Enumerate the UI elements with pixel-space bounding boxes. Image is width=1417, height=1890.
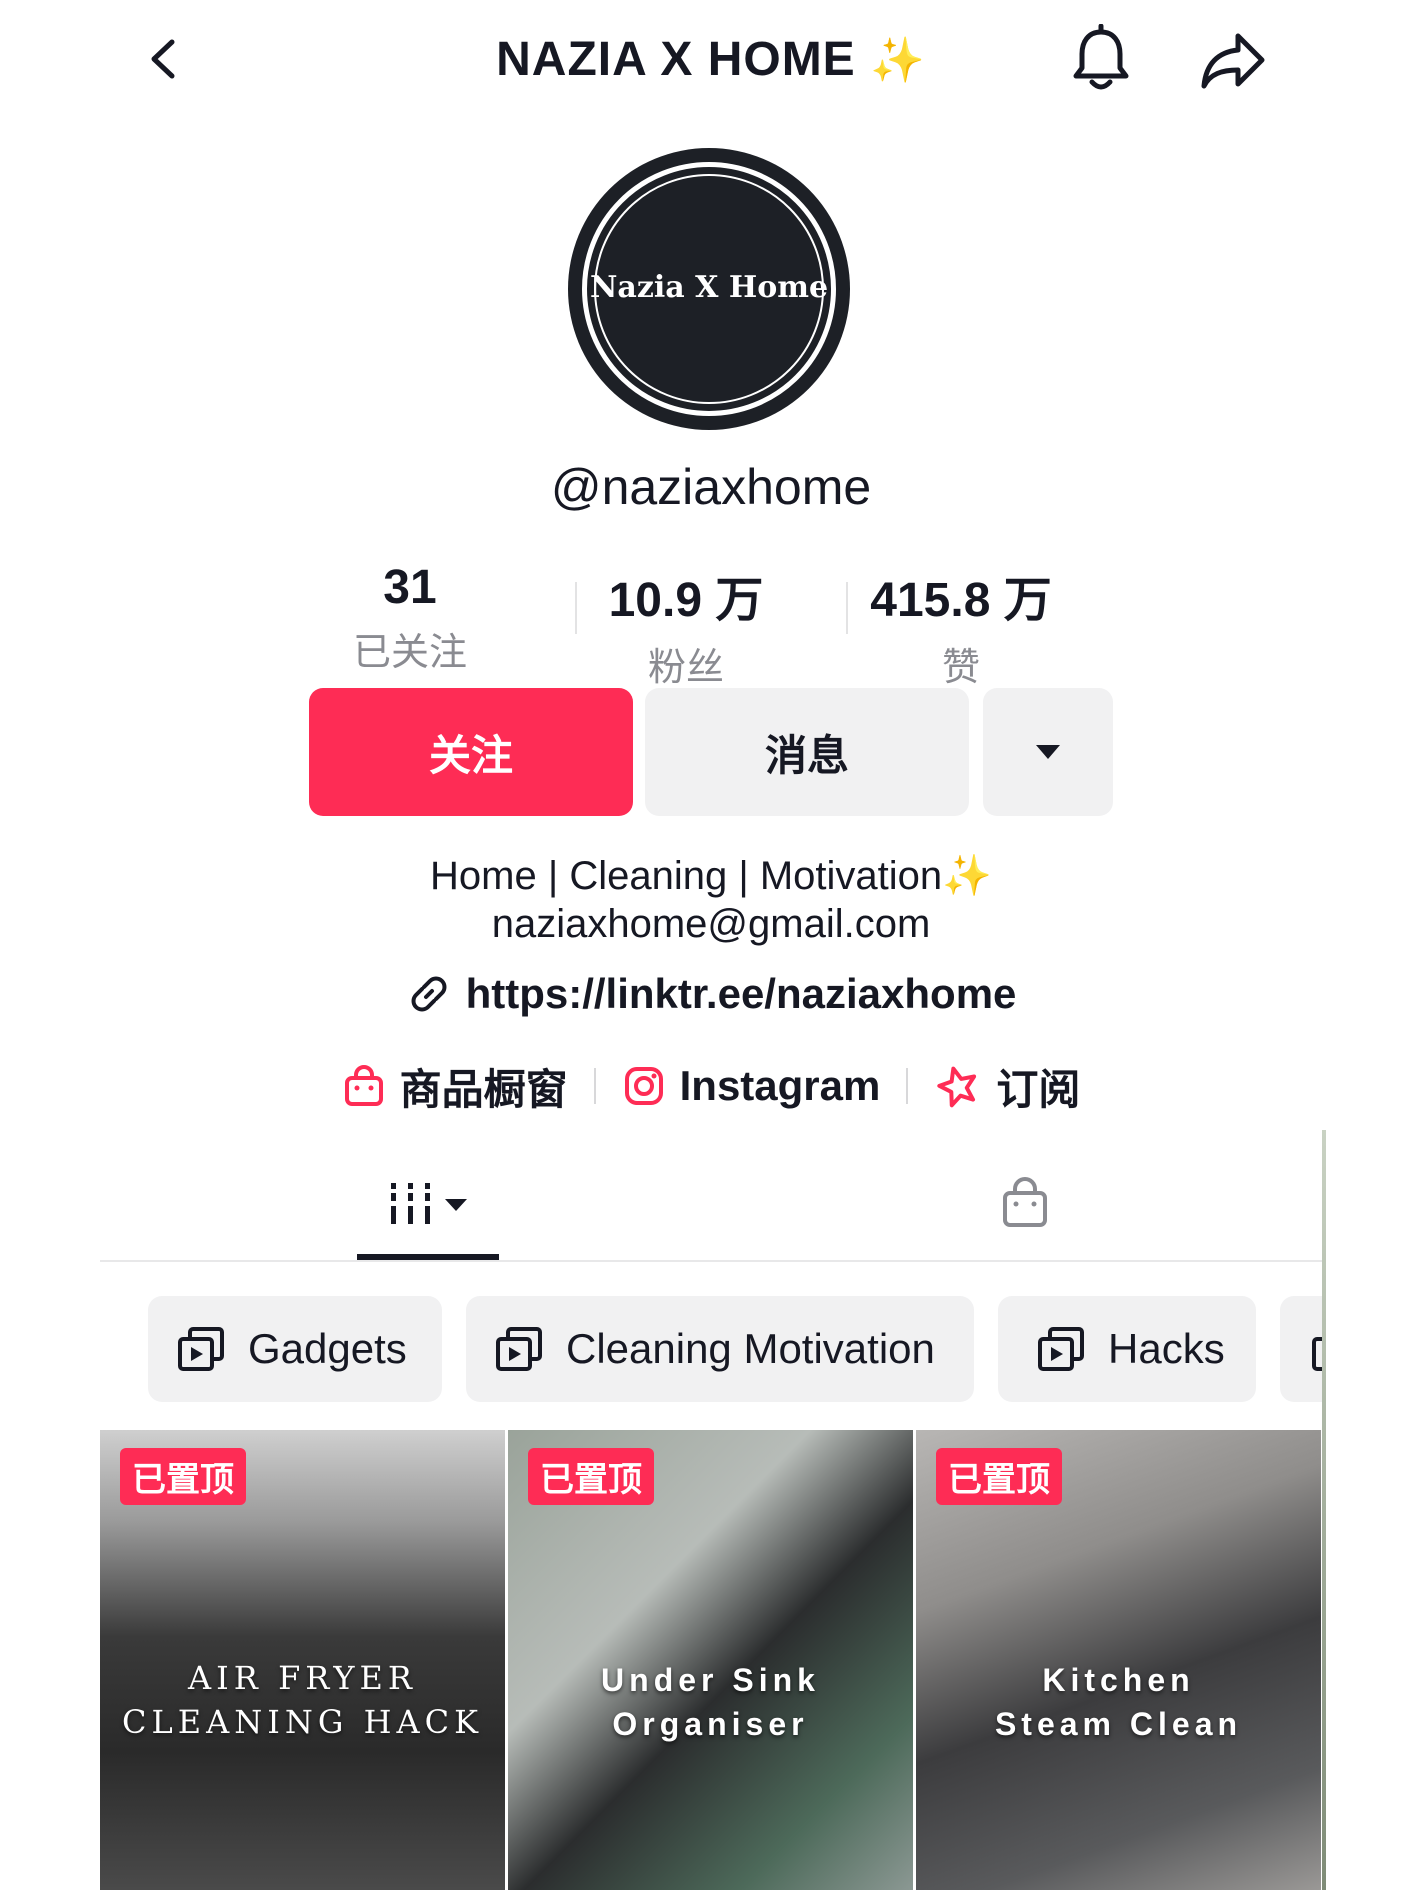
adjacent-panel-edge (1322, 1130, 1326, 1890)
video-caption: AIR FRYER CLEANING HACK (122, 1659, 483, 1741)
shortcut-label: Instagram (679, 1062, 881, 1109)
pinned-badge: 已置顶 (528, 1448, 654, 1505)
video-grid: 已置顶 AIR FRYER CLEANING HACK 已置顶 Under Si… (100, 1430, 1322, 1890)
chip-label: Cleaning Motivation (566, 1325, 935, 1372)
chip-label: Gadgets (248, 1325, 407, 1372)
top-bar: NAZIA X HOME ✨ (100, 20, 1322, 100)
stat-label: 已关注 (352, 632, 467, 674)
shortcut-divider (593, 1068, 596, 1104)
stat-label: 赞 (941, 647, 980, 689)
stat-value: 31 (383, 561, 437, 614)
suggested-accounts-button[interactable] (983, 688, 1113, 816)
subscribe-shortcut[interactable]: 订阅 (934, 1056, 1080, 1117)
follow-button[interactable]: 关注 (309, 688, 633, 816)
message-button[interactable]: 消息 (645, 688, 969, 816)
stat-likes[interactable]: 415.8 万 赞 (831, 560, 1091, 691)
video-caption: Kitchen Steam Clean (994, 1662, 1243, 1742)
shortcut-label: 订阅 (996, 1065, 1081, 1113)
subscribe-star-icon (937, 1066, 977, 1108)
page-title: NAZIA X HOME ✨ (496, 33, 926, 86)
bio-link[interactable]: https://linktr.ee/naziaxhome (100, 970, 1322, 1018)
instagram-icon (624, 1067, 663, 1105)
video-thumbnail[interactable]: 已置顶 Kitchen Steam Clean (916, 1430, 1321, 1890)
playlist-icon (178, 1327, 224, 1371)
share-icon[interactable] (1198, 30, 1268, 92)
bio-email: naziaxhome@gmail.com (491, 902, 931, 946)
bio-link-text: https://linktr.ee/naziaxhome (465, 970, 1017, 1017)
playlist-chip-gadgets[interactable]: Gadgets (148, 1296, 442, 1402)
profile-page: NAZIA X HOME ✨ Nazia X Home @naziaxhome … (100, 0, 1326, 1890)
playlist-icon (496, 1327, 542, 1371)
link-icon (411, 976, 447, 1012)
bio-line-1: Home | Cleaning | Motivation✨ (430, 854, 992, 898)
tab-shop[interactable] (960, 1148, 1090, 1260)
pinned-badge: 已置顶 (120, 1448, 246, 1505)
playlist-chip-hacks[interactable]: Hacks (998, 1296, 1256, 1402)
stat-followers[interactable]: 10.9 万 粉丝 (556, 560, 816, 691)
playlist-icon (1038, 1327, 1084, 1371)
instagram-shortcut[interactable]: Instagram (622, 1062, 881, 1110)
chip-label: Hacks (1108, 1325, 1225, 1372)
video-thumbnail[interactable]: 已置顶 AIR FRYER CLEANING HACK (100, 1430, 505, 1890)
avatar-logo-text: Nazia X Home (589, 270, 829, 305)
playlist-chip-overflow[interactable] (1280, 1296, 1322, 1402)
sparkles-emoji: ✨ (870, 36, 926, 85)
shop-bag-icon (344, 1065, 383, 1106)
profile-shortcuts: 商品橱窗 Instagram 订阅 (100, 1056, 1322, 1116)
caret-down-icon (1036, 745, 1060, 759)
stat-label: 粉丝 (647, 647, 724, 689)
tab-active-indicator (357, 1254, 499, 1260)
pinned-badge: 已置顶 (936, 1448, 1062, 1505)
shortcut-divider (906, 1068, 909, 1104)
bell-icon[interactable] (1068, 24, 1134, 94)
stat-following[interactable]: 31 已关注 (280, 560, 540, 676)
stat-value: 10.9 万 (608, 574, 764, 627)
video-thumbnail[interactable]: 已置顶 Under Sink Organiser (508, 1430, 913, 1890)
tab-videos[interactable] (357, 1148, 499, 1260)
video-caption: Under Sink Organiser (601, 1662, 820, 1742)
shop-bag-icon (1003, 1177, 1047, 1227)
playlist-icon (1312, 1337, 1322, 1371)
shortcut-label: 商品橱窗 (399, 1065, 568, 1113)
avatar[interactable]: Nazia X Home (568, 148, 850, 430)
showcase-shortcut[interactable]: 商品橱窗 (342, 1056, 568, 1117)
sparkles-emoji: ✨ (942, 854, 992, 898)
playlist-chip-cleaning-motivation[interactable]: Cleaning Motivation (466, 1296, 974, 1402)
username-handle: @naziaxhome (550, 459, 872, 515)
playlist-chips: Gadgets Cleaning Motivation Hacks (100, 1296, 1322, 1402)
content-tabs (100, 1148, 1322, 1262)
video-grid-icon (391, 1183, 467, 1224)
stat-value: 415.8 万 (870, 574, 1052, 627)
